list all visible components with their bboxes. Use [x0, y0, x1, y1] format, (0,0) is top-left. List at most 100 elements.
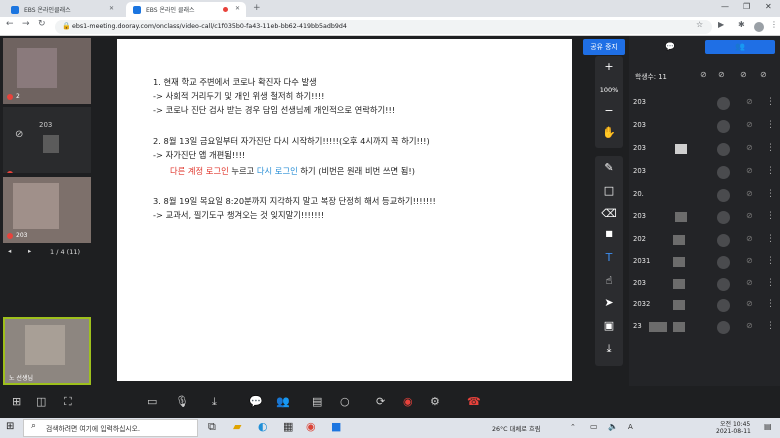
maximize-icon[interactable]: ❐: [743, 2, 750, 11]
stop-sharing-button[interactable]: 공유 중지: [583, 39, 625, 55]
download-icon[interactable]: ⤓: [595, 342, 623, 356]
participant-row[interactable]: 203 ⊘ ⋮: [633, 120, 775, 134]
more-icon[interactable]: ⋮: [766, 234, 775, 244]
mic-muted-icon[interactable]: ⊘: [746, 321, 753, 330]
remote-control-icon[interactable]: ⟳: [376, 395, 385, 408]
more-icon[interactable]: ⋮: [766, 166, 775, 176]
mic-muted-icon[interactable]: ⊘: [746, 143, 753, 152]
next-page-icon[interactable]: ▸: [28, 247, 31, 255]
participant-row[interactable]: 2031 ⊘ ⋮: [633, 256, 775, 270]
video-off-all-icon[interactable]: ⊘: [718, 70, 725, 79]
more-icon[interactable]: ⋮: [766, 211, 775, 221]
network-icon[interactable]: ▭: [590, 422, 598, 431]
mic-muted-icon[interactable]: ⊘: [746, 120, 753, 129]
back-icon[interactable]: ←: [6, 19, 14, 29]
share-screen-icon[interactable]: ⤓: [212, 395, 217, 409]
prev-page-icon[interactable]: ◂: [8, 247, 11, 255]
color-picker-icon[interactable]: ■: [595, 229, 623, 238]
dooray-app-icon[interactable]: ■: [331, 420, 341, 433]
media-icon[interactable]: ▶: [718, 20, 724, 29]
minimize-icon[interactable]: —: [721, 2, 729, 11]
mic-muted-icon[interactable]: ⊘: [746, 299, 753, 308]
text-tool-icon[interactable]: T: [595, 251, 623, 264]
camera-off-all-icon[interactable]: ⊘: [700, 70, 707, 79]
menu-icon[interactable]: ⋮: [770, 20, 778, 29]
participant-row[interactable]: 202 ⊘ ⋮: [633, 234, 775, 248]
more-icon[interactable]: ⋮: [766, 321, 775, 331]
mic-muted-icon[interactable]: ⊘: [746, 256, 753, 265]
zoom-in-icon[interactable]: +: [595, 60, 623, 73]
url-text[interactable]: ebs1-meeting.dooray.com/onclass/video-ca…: [72, 23, 347, 30]
browser-tab-2[interactable]: EBS 온라인 클래스 ✕: [126, 2, 246, 17]
search-icon[interactable]: ○: [340, 395, 350, 408]
more-icon[interactable]: ⋮: [766, 278, 775, 288]
task-view-icon[interactable]: ⧉: [208, 420, 216, 434]
chat-icon[interactable]: 💬: [249, 395, 263, 408]
hand-icon[interactable]: ✋: [595, 126, 623, 139]
lock-icon[interactable]: 🔒: [62, 22, 71, 30]
cursor-icon[interactable]: ➤: [595, 296, 623, 309]
more-icon[interactable]: ⋮: [766, 120, 775, 130]
chat-tab-icon[interactable]: 💬: [635, 40, 705, 54]
participant-row[interactable]: 20. ⊘ ⋮: [633, 189, 775, 203]
participant-row[interactable]: 203 ⊘ ⋮: [633, 143, 775, 157]
pen-icon[interactable]: ✎: [595, 161, 623, 174]
weather-widget[interactable]: 26°C 대체로 흐림: [492, 424, 541, 433]
edge-icon[interactable]: ◐: [258, 420, 268, 433]
grid-view-icon[interactable]: ⊞: [12, 395, 21, 408]
video-thumbnail[interactable]: 2: [3, 38, 91, 104]
participants-icon[interactable]: 👥: [276, 395, 290, 408]
more-icon[interactable]: ⋮: [766, 299, 775, 309]
chrome-icon[interactable]: ◉: [306, 420, 316, 433]
participant-row[interactable]: 203 ⊘ ⋮: [633, 166, 775, 180]
participant-row[interactable]: 23 ⊘ ⋮: [633, 321, 775, 335]
more-icon[interactable]: ⋮: [766, 97, 775, 107]
browser-tab-1[interactable]: EBS 온라인클래스 ✕: [4, 2, 120, 17]
mic-muted-icon[interactable]: ⊘: [746, 189, 753, 198]
video-thumbnail[interactable]: ⊘ 203: [3, 107, 91, 173]
mic-muted-icon[interactable]: ⊘: [746, 278, 753, 287]
taskbar-search-placeholder[interactable]: 검색하려면 여기에 입력하십시오.: [46, 423, 140, 433]
video-thumbnail[interactable]: 203: [3, 177, 91, 243]
reload-icon[interactable]: ↻: [38, 19, 46, 29]
mic-muted-icon[interactable]: ⊘: [746, 97, 753, 106]
star-icon[interactable]: ☆: [696, 20, 703, 29]
more-icon[interactable]: ⋮: [766, 189, 775, 199]
image-icon[interactable]: ▣: [595, 319, 623, 332]
file-explorer-icon[interactable]: ▰: [233, 420, 241, 433]
mic-muted-icon[interactable]: ⊘: [746, 211, 753, 220]
more-icon[interactable]: ⋮: [766, 143, 775, 153]
whiteboard-icon[interactable]: ▤: [312, 395, 322, 408]
close-tab-icon[interactable]: ✕: [109, 5, 114, 12]
sidebar-view-icon[interactable]: ◫: [36, 395, 46, 408]
more-icon[interactable]: ⋮: [766, 256, 775, 266]
ime-icon[interactable]: A: [628, 423, 633, 431]
clock-time[interactable]: 오전 10:45: [720, 419, 750, 428]
close-tab-icon[interactable]: ✕: [235, 5, 240, 12]
mic-muted-icon[interactable]: ⊘: [746, 234, 753, 243]
participants-tab-icon[interactable]: 👥: [705, 40, 775, 54]
participant-row[interactable]: 203 ⊘ ⋮: [633, 211, 775, 225]
zoom-out-icon[interactable]: −: [595, 104, 623, 117]
end-call-icon[interactable]: ☎: [467, 395, 481, 408]
profile-avatar-icon[interactable]: [754, 22, 764, 32]
notifications-icon[interactable]: ▤: [764, 422, 772, 431]
mic-muted-icon[interactable]: ⊘: [746, 166, 753, 175]
show-hidden-icons-icon[interactable]: ⌃: [570, 423, 576, 431]
extensions-icon[interactable]: ✱: [738, 20, 745, 29]
plus-icon[interactable]: +: [253, 3, 261, 13]
camera-icon[interactable]: ▭: [147, 395, 157, 408]
mic-off-all-icon[interactable]: ⊘: [740, 70, 747, 79]
record-icon[interactable]: ◉: [403, 395, 413, 408]
eraser-icon[interactable]: ⌫: [595, 207, 623, 220]
self-video-thumbnail[interactable]: 노 선생님: [3, 317, 91, 385]
windows-start-icon[interactable]: ⊞: [6, 421, 14, 432]
clock-date[interactable]: 2021-08-11: [716, 428, 751, 435]
close-window-icon[interactable]: ✕: [765, 2, 772, 11]
rectangle-icon[interactable]: □: [595, 184, 623, 197]
forward-icon[interactable]: →: [22, 19, 30, 29]
participant-row[interactable]: 203 ⊘ ⋮: [633, 97, 775, 111]
microphone-icon[interactable]: 🎙: [175, 395, 189, 408]
mute-all-icon[interactable]: ⊘: [760, 70, 767, 79]
participant-row[interactable]: 2032 ⊘ ⋮: [633, 299, 775, 313]
